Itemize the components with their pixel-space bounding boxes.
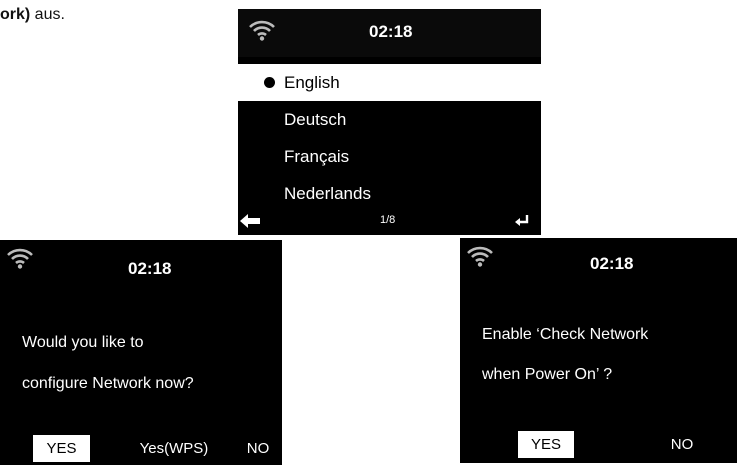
language-screen: 02:18 English Deutsch Français Nederland… xyxy=(238,9,541,235)
yes-button[interactable]: YES xyxy=(518,431,574,458)
prompt-line-2: when Power On’ ? xyxy=(482,366,613,383)
no-button[interactable]: NO xyxy=(664,431,700,458)
language-label: Deutsch xyxy=(284,110,347,129)
caption-bold: ork) xyxy=(0,6,31,23)
yes-button[interactable]: YES xyxy=(33,435,90,462)
check-network-screen: 02:18 Enable ‘Check Network when Power O… xyxy=(460,238,737,463)
language-label: Nederlands xyxy=(284,184,371,203)
language-item-english[interactable]: English xyxy=(238,64,541,101)
enter-icon[interactable] xyxy=(515,214,529,232)
caption-text: ork) aus. xyxy=(0,6,65,24)
page-indicator: 1/8 xyxy=(380,214,396,226)
language-label: Français xyxy=(284,147,350,166)
language-label: English xyxy=(284,73,340,92)
wifi-icon xyxy=(466,244,494,273)
language-item-francais[interactable]: Français xyxy=(238,138,541,175)
prompt-line-2: configure Network now? xyxy=(22,375,194,392)
menu-footer: 1/8 xyxy=(238,209,541,235)
wifi-icon xyxy=(248,18,276,47)
status-bar: 02:18 xyxy=(238,9,541,57)
clock-time: 02:18 xyxy=(590,254,634,273)
clock-time: 02:18 xyxy=(128,259,172,278)
clock-time: 02:18 xyxy=(369,22,413,41)
yes-wps-button[interactable]: Yes(WPS) xyxy=(128,435,220,462)
wifi-icon xyxy=(6,246,34,275)
prompt-line-1: Enable ‘Check Network xyxy=(482,326,649,343)
prompt-line-1: Would you like to xyxy=(22,334,144,351)
selected-dot-icon xyxy=(264,77,275,88)
language-list: English Deutsch Français Nederlands xyxy=(238,64,541,212)
back-arrow-icon[interactable] xyxy=(240,214,260,233)
caption-rest: aus. xyxy=(30,6,65,23)
configure-network-screen: 02:18 Would you like to configure Networ… xyxy=(0,240,282,465)
language-item-nederlands[interactable]: Nederlands xyxy=(238,175,541,212)
no-button[interactable]: NO xyxy=(240,435,276,462)
language-item-deutsch[interactable]: Deutsch xyxy=(238,101,541,138)
